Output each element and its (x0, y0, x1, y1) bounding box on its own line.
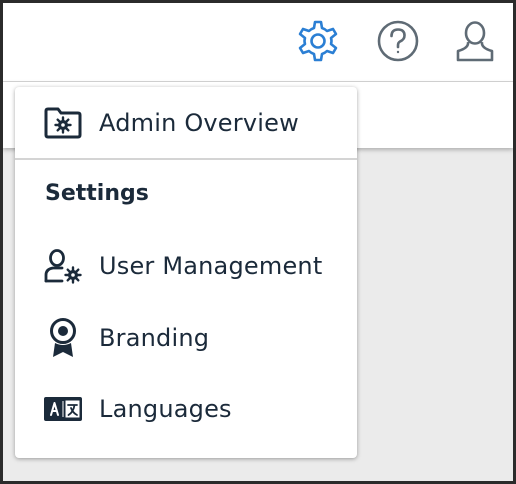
app-frame: Admin Overview Settings User Management … (0, 0, 516, 484)
top-header-bar (3, 3, 513, 82)
menu-item-user-management-label: User Management (99, 252, 323, 280)
user-gear-icon (43, 246, 83, 286)
menu-item-branding-label: Branding (99, 324, 210, 352)
award-ribbon-icon (43, 318, 83, 358)
help-question-icon[interactable] (375, 18, 421, 64)
menu-item-branding[interactable]: Branding (15, 308, 357, 368)
translate-icon (43, 389, 83, 429)
menu-item-languages-label: Languages (99, 395, 232, 423)
settings-gear-icon[interactable] (295, 18, 341, 64)
section-heading-settings: Settings (45, 181, 149, 206)
menu-item-admin-overview-label: Admin Overview (99, 109, 299, 137)
menu-item-admin-overview[interactable]: Admin Overview (15, 93, 357, 153)
user-profile-icon[interactable] (452, 18, 498, 64)
settings-dropdown-menu: Admin Overview Settings User Management … (15, 87, 357, 458)
folder-gear-icon (43, 103, 83, 143)
menu-item-user-management[interactable]: User Management (15, 236, 357, 296)
menu-divider (15, 158, 357, 160)
menu-item-languages[interactable]: Languages (15, 379, 357, 439)
